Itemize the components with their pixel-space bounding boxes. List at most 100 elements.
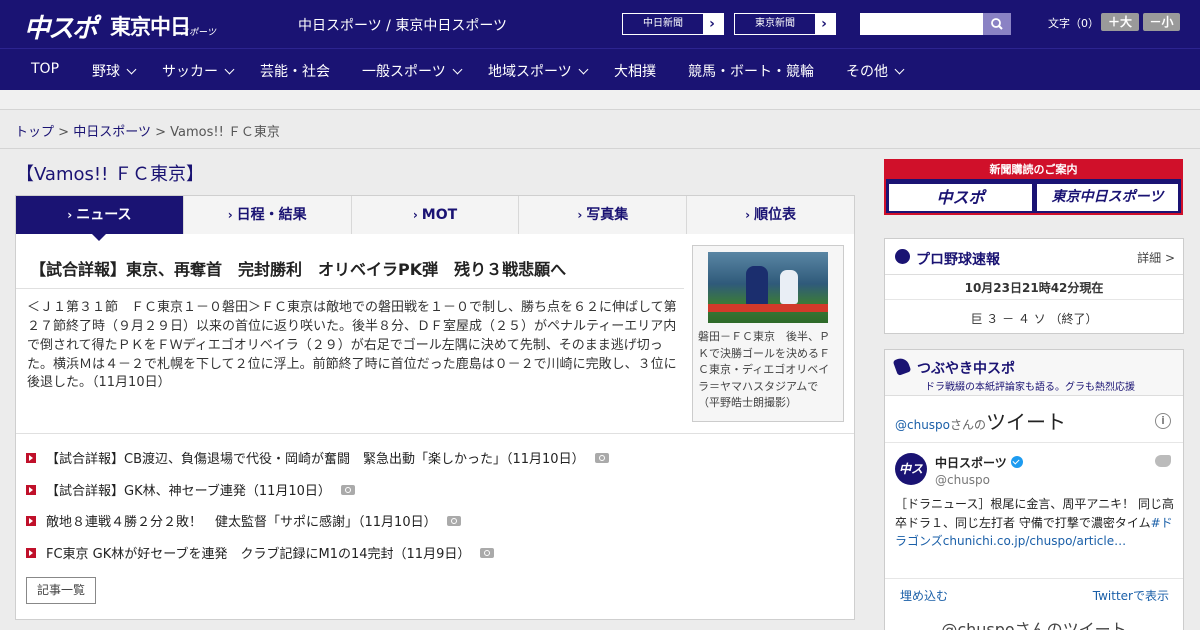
nav-item-baseball[interactable]: 野球 xyxy=(92,61,137,81)
twitter-widget-header: つぶやき中スポ ドラ戦綴の本紙評論家も語る。グラも熱烈応援 xyxy=(885,350,1183,396)
camera-icon xyxy=(446,516,461,526)
nav-item-top[interactable]: TOP xyxy=(31,61,59,77)
tab-news[interactable]: › ニュース xyxy=(16,196,184,241)
nav-label: TOP xyxy=(31,61,60,77)
tab-standings[interactable]: › 順位表 xyxy=(687,196,854,234)
top-header: 中スポ 東京中日 スポーツ 中日スポーツ / 東京中日スポーツ 中日新聞 › 東… xyxy=(0,0,1200,48)
twitter-handle-link[interactable]: @chuspo xyxy=(895,418,950,432)
breadcrumb-section[interactable]: 中日スポーツ xyxy=(73,125,151,140)
pro-baseball-widget: プロ野球速報 詳細 > 10月23日21時42分現在 巨 ３ － ４ ソ （終了… xyxy=(884,238,1184,334)
tab-label: 日程・結果 xyxy=(236,207,307,223)
nav-item-general-sports[interactable]: 一般スポーツ xyxy=(362,61,463,81)
nav-label: 大相撲 xyxy=(614,64,656,80)
chevron-right-icon: › xyxy=(412,208,418,222)
nav-item-sumo[interactable]: 大相撲 xyxy=(614,61,656,81)
list-item[interactable]: FC東京 GK林が好セーブを連発 クラブ記録にM1の14完封（11月9日） xyxy=(26,543,846,575)
article-body: ＜Ｊ１第３１節 ＦＣ東京１－０磐田＞ＦＣ東京は敵地での磐田戦を１－０で制し、勝ち… xyxy=(27,300,677,391)
nav-label: その他 xyxy=(846,64,888,80)
tab-mot[interactable]: › MOT xyxy=(351,196,520,234)
play-bullet-icon xyxy=(26,484,36,495)
pro-baseball-timestamp: 10月23日21時42分現在 xyxy=(964,281,1104,295)
nav-item-entertainment[interactable]: 芸能・社会 xyxy=(260,61,330,81)
chuspo-logo[interactable]: 中スポ xyxy=(24,8,98,45)
nav-label: サッカー xyxy=(162,64,218,80)
article-list-button[interactable]: 記事一覧 xyxy=(26,577,96,604)
info-icon[interactable]: i xyxy=(1155,413,1171,429)
pro-baseball-detail-link[interactable]: 詳細 > xyxy=(1137,249,1175,266)
view-on-twitter-link[interactable]: Twitterで表示 xyxy=(1093,587,1169,604)
search-button[interactable] xyxy=(983,13,1011,35)
divider xyxy=(885,299,1183,300)
chevron-right-icon: › xyxy=(709,16,715,32)
tab-label: ニュース xyxy=(76,207,132,223)
related-article-link[interactable]: 【試合詳報】CB渡辺、負傷退場で代役・岡崎が奮闘 緊急出動「楽しかった」（11月… xyxy=(46,452,585,467)
divider xyxy=(885,578,1183,579)
related-article-link[interactable]: FC東京 GK林が好セーブを連発 クラブ記録にM1の14完封（11月9日） xyxy=(46,547,470,562)
photo-player xyxy=(746,266,768,306)
article-photo-box: 磐田－ＦＣ東京 後半、ＰＫで決勝ゴールを決めるＦＣ東京・ディエゴオリベイラ＝ヤマ… xyxy=(692,245,844,422)
twitter-widget-subtitle: ドラ戦綴の本紙評論家も語る。グラも熱烈応援 xyxy=(925,382,1135,393)
megaphone-icon xyxy=(892,356,912,376)
camera-icon xyxy=(480,547,495,558)
list-item[interactable]: 【試合詳報】CB渡辺、負傷退場で代役・岡崎が奮闘 緊急出動「楽しかった」（11月… xyxy=(26,448,846,480)
tweets-heading-word: ツイート xyxy=(986,410,1067,434)
nav-item-keiba[interactable]: 競馬・ボート・競輪 xyxy=(688,61,814,81)
nav-item-soccer[interactable]: サッカー xyxy=(162,61,235,81)
section-title: 【Vamos!! ＦＣ東京】 xyxy=(16,164,205,185)
subscription-banner[interactable]: 新聞購読のご案内 中スポ 東京中日スポーツ xyxy=(884,159,1183,215)
nav-item-other[interactable]: その他 xyxy=(846,61,905,81)
tokyo-shimbun-button[interactable]: 東京新聞 › xyxy=(734,13,836,35)
nav-item-regional-sports[interactable]: 地域スポーツ xyxy=(488,61,589,81)
photo-caption: 磐田－ＦＣ東京 後半、ＰＫで決勝ゴールを決めるＦＣ東京・ディエゴオリベイラ＝ヤマ… xyxy=(698,330,830,409)
tweet-account-handle[interactable]: @chuspo xyxy=(935,473,990,487)
nav-label: 地域スポーツ xyxy=(488,64,572,80)
nav-label: 芸能・社会 xyxy=(260,64,330,80)
breadcrumb: トップ > 中日スポーツ > Vamos!! ＦＣ東京 xyxy=(15,121,280,140)
search-input[interactable] xyxy=(860,13,983,35)
divider xyxy=(0,148,1200,149)
main-nav: TOP 野球 サッカー 芸能・社会 一般スポーツ 地域スポーツ 大相撲 競馬・ボ… xyxy=(0,48,1200,90)
breadcrumb-current: Vamos!! ＦＣ東京 xyxy=(170,125,280,140)
nav-label: 競馬・ボート・競輪 xyxy=(688,64,814,80)
pro-baseball-score[interactable]: 巨 ３ － ４ ソ （終了） xyxy=(885,310,1183,327)
tweets-heading-suffix: さんの xyxy=(950,418,987,432)
twitter-bird-icon[interactable] xyxy=(1155,455,1171,467)
subscription-banner-label: 新聞購読のご案内 xyxy=(886,161,1181,179)
play-bullet-icon xyxy=(26,516,36,526)
search-icon xyxy=(991,18,1003,30)
list-item[interactable]: 敵地８連戦４勝２分２敗！ 健太監督「サポに感謝」（11月10日） xyxy=(26,511,846,543)
twitter-widget-title: つぶやき中スポ xyxy=(917,361,1015,377)
chevron-down-icon xyxy=(224,64,235,75)
tokyo-chunichi-logo[interactable]: 東京中日 xyxy=(110,11,191,41)
chunichi-shimbun-button[interactable]: 中日新聞 › xyxy=(622,13,724,35)
tab-bar: › ニュース › 日程・結果 › MOT › 写真集 › 順位表 xyxy=(16,196,854,241)
baseball-icon xyxy=(895,249,910,264)
related-article-link[interactable]: 【試合詳報】GK林、神セーブ連発（11月10日） xyxy=(46,484,331,499)
avatar[interactable]: 中ス xyxy=(895,453,927,485)
site-title[interactable]: 中日スポーツ / 東京中日スポーツ xyxy=(298,15,507,35)
text-size-label: 文字（0） xyxy=(1048,17,1099,30)
ad-strip xyxy=(0,90,1200,110)
chevron-right-icon: › xyxy=(67,208,73,222)
breadcrumb-home[interactable]: トップ xyxy=(15,125,54,140)
twitter-widget: つぶやき中スポ ドラ戦綴の本紙評論家も語る。グラも熱烈応援 @chuspoさんの… xyxy=(884,349,1184,630)
tab-label: 写真集 xyxy=(586,207,629,223)
camera-icon xyxy=(340,484,355,495)
chevron-down-icon xyxy=(126,64,137,75)
tweet-account-name[interactable]: 中日スポーツ xyxy=(935,454,1023,471)
list-item[interactable]: 【試合詳報】GK林、神セーブ連発（11月10日） xyxy=(26,480,846,512)
tweets-footer-heading: @chuspoさんのツイート xyxy=(941,620,1127,630)
font-size-up-button[interactable]: ＋大 xyxy=(1101,13,1139,31)
chuspo-subscribe-logo[interactable]: 中スポ xyxy=(889,184,1032,211)
font-size-down-button[interactable]: －小 xyxy=(1143,13,1180,31)
related-article-link[interactable]: 敵地８連戦４勝２分２敗！ 健太監督「サポに感謝」（11月10日） xyxy=(46,515,437,530)
camera-icon xyxy=(594,453,609,463)
article-headline: 【試合詳報】東京、再奪首 完封勝利 オリベイラPK弾 残り３戦悲願へ xyxy=(30,260,567,279)
tokyo-chunichi-subscribe-logo[interactable]: 東京中日スポーツ xyxy=(1037,184,1178,211)
tab-schedule[interactable]: › 日程・結果 xyxy=(183,196,352,234)
pro-baseball-title: プロ野球速報 xyxy=(916,252,1000,268)
embed-link[interactable]: 埋め込む xyxy=(900,587,948,604)
divider xyxy=(16,433,854,434)
article-photo[interactable] xyxy=(708,252,828,323)
tab-photos[interactable]: › 写真集 xyxy=(519,196,688,234)
